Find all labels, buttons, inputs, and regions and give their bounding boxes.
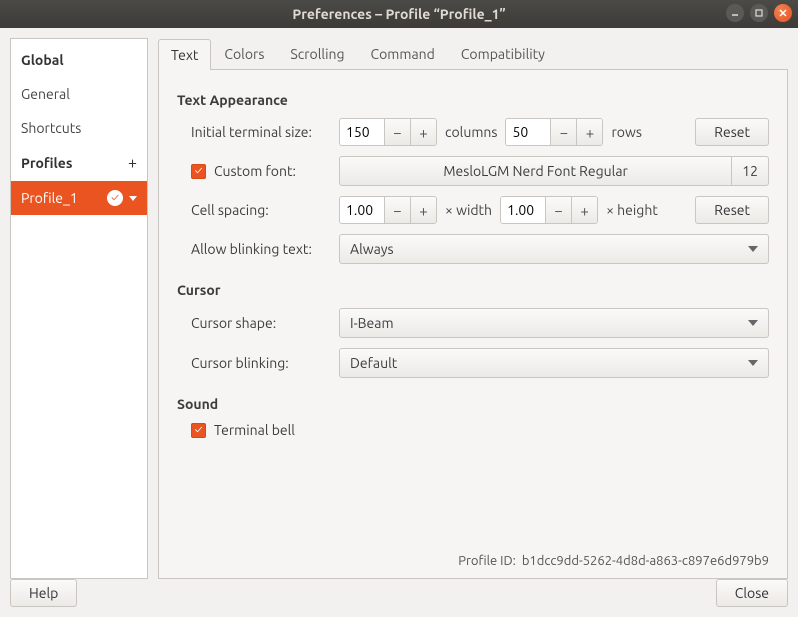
footer: Help Close — [0, 579, 798, 617]
cell-width-input[interactable] — [340, 197, 384, 223]
sidebar-profiles-label: Profiles — [21, 155, 72, 171]
rows-label: rows — [611, 124, 641, 140]
sidebar-item-general[interactable]: General — [11, 77, 147, 111]
sidebar-cat-global: Global — [11, 43, 147, 77]
reset-size-button[interactable]: Reset — [695, 118, 769, 146]
columns-input[interactable] — [340, 119, 384, 145]
row-blink-text: Allow blinking text: Always — [177, 234, 769, 264]
close-icon — [778, 8, 788, 18]
row-initial-size: Initial terminal size: − + columns − + r… — [177, 118, 769, 146]
chevron-down-icon — [748, 360, 758, 366]
profile-id-label: Profile ID: — [458, 554, 516, 568]
reset-cell-button[interactable]: Reset — [695, 196, 769, 224]
close-button[interactable]: Close — [716, 579, 788, 607]
initial-size-label: Initial terminal size: — [191, 124, 331, 140]
terminal-bell-checkbox[interactable]: ✓ — [191, 423, 206, 438]
profile-id-value: b1dcc9dd-5262-4d8d-a863-c897e6d979b9 — [522, 554, 769, 568]
maximize-icon — [754, 8, 764, 18]
cell-width-stepper[interactable]: − + — [339, 196, 437, 224]
row-custom-font: ✓ Custom font: MesloLGM Nerd Font Regula… — [177, 156, 769, 186]
columns-stepper[interactable]: − + — [339, 118, 437, 146]
help-button[interactable]: Help — [10, 579, 77, 607]
maximize-button[interactable] — [750, 4, 768, 22]
cursor-shape-value: I-Beam — [350, 315, 748, 331]
tab-colors[interactable]: Colors — [211, 38, 277, 69]
chevron-down-icon — [748, 320, 758, 326]
custom-font-label: Custom font: — [214, 163, 296, 179]
rows-decrement[interactable]: − — [550, 119, 576, 145]
section-text-appearance: Text Appearance — [177, 92, 769, 108]
add-profile-icon[interactable]: + — [128, 154, 137, 172]
window-controls — [726, 4, 792, 22]
rows-increment[interactable]: + — [576, 119, 602, 145]
titlebar: Preferences – Profile “Profile_1” — [0, 0, 798, 28]
columns-label: columns — [445, 124, 497, 140]
cursor-shape-label: Cursor shape: — [191, 315, 331, 331]
cell-width-increment[interactable]: + — [410, 197, 436, 223]
blink-text-select[interactable]: Always — [339, 234, 769, 264]
cursor-blink-select[interactable]: Default — [339, 348, 769, 378]
row-cell-spacing: Cell spacing: − + × width − + × height R… — [177, 196, 769, 224]
cursor-blink-label: Cursor blinking: — [191, 355, 331, 371]
section-cursor: Cursor — [177, 282, 769, 298]
blink-text-label: Allow blinking text: — [191, 241, 331, 257]
content-area: Text Colors Scrolling Command Compatibil… — [158, 38, 788, 579]
minimize-button[interactable] — [726, 4, 744, 22]
minimize-icon — [730, 8, 740, 18]
columns-increment[interactable]: + — [410, 119, 436, 145]
cell-height-decrement[interactable]: − — [545, 197, 571, 223]
rows-stepper[interactable]: − + — [505, 118, 603, 146]
profile-active-check-icon: ✓ — [107, 190, 123, 206]
sidebar-profile-1-label: Profile_1 — [21, 190, 78, 206]
font-name: MesloLGM Nerd Font Regular — [350, 163, 721, 179]
sidebar-item-profile-1[interactable]: Profile_1 ✓ — [11, 181, 147, 215]
cell-height-input[interactable] — [501, 197, 545, 223]
tab-bar: Text Colors Scrolling Command Compatibil… — [158, 38, 788, 70]
row-cursor-shape: Cursor shape: I-Beam — [177, 308, 769, 338]
sidebar-item-shortcuts[interactable]: Shortcuts — [11, 111, 147, 145]
cell-spacing-label: Cell spacing: — [191, 202, 331, 218]
cursor-blink-value: Default — [350, 355, 748, 371]
cell-height-stepper[interactable]: − + — [500, 196, 598, 224]
text-panel: Text Appearance Initial terminal size: −… — [158, 70, 788, 579]
tab-text[interactable]: Text — [158, 39, 211, 70]
sidebar-cat-profiles: Profiles + — [11, 145, 147, 181]
tab-scrolling[interactable]: Scrolling — [277, 38, 357, 69]
terminal-bell-label: Terminal bell — [214, 422, 295, 438]
font-divider — [731, 157, 732, 185]
cell-width-label: × width — [445, 202, 492, 218]
custom-font-checkbox[interactable]: ✓ — [191, 164, 206, 179]
rows-input[interactable] — [506, 119, 550, 145]
tab-compatibility[interactable]: Compatibility — [448, 38, 558, 69]
window-title: Preferences – Profile “Profile_1” — [292, 6, 505, 22]
close-window-button[interactable] — [774, 4, 792, 22]
profile-id-line: Profile ID: b1dcc9dd-5262-4d8d-a863-c897… — [458, 554, 769, 568]
cell-height-increment[interactable]: + — [571, 197, 597, 223]
chevron-down-icon — [748, 246, 758, 252]
columns-decrement[interactable]: − — [384, 119, 410, 145]
font-size: 12 — [742, 163, 758, 179]
blink-text-value: Always — [350, 241, 748, 257]
tab-command[interactable]: Command — [358, 38, 448, 69]
cell-width-decrement[interactable]: − — [384, 197, 410, 223]
profile-menu-caret-icon[interactable] — [129, 196, 137, 201]
cell-height-label: × height — [606, 202, 658, 218]
cursor-shape-select[interactable]: I-Beam — [339, 308, 769, 338]
row-terminal-bell: ✓ Terminal bell — [177, 422, 769, 438]
sidebar: Global General Shortcuts Profiles + Prof… — [10, 38, 148, 579]
row-cursor-blink: Cursor blinking: Default — [177, 348, 769, 378]
section-sound: Sound — [177, 396, 769, 412]
font-chooser-button[interactable]: MesloLGM Nerd Font Regular 12 — [339, 156, 769, 186]
